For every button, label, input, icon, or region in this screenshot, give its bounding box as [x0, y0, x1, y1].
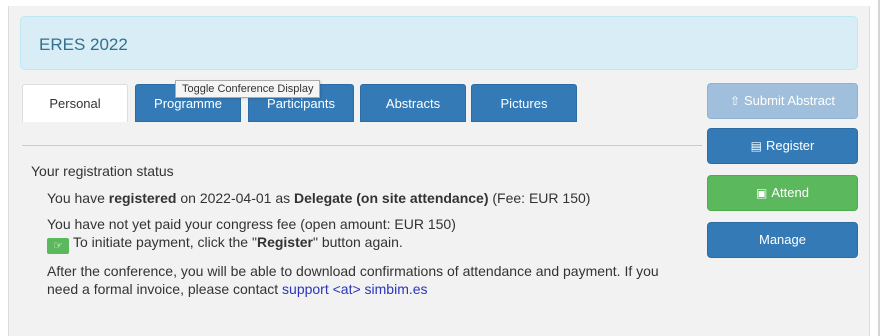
payment-status: You have not yet paid your congress fee …	[47, 215, 691, 254]
scrollbar-track[interactable]	[876, 0, 893, 336]
attend-label: Attend	[771, 185, 809, 200]
conference-header: ERES 2022	[20, 16, 858, 70]
post-conference-info: After the conference, you will be able t…	[47, 262, 691, 298]
line3-prefix: To initiate payment, click the "	[73, 234, 257, 250]
hand-pointer-icon: ☞	[47, 238, 69, 254]
line1-mid: on 2022-04-01 as	[176, 190, 294, 206]
manage-label: Manage	[759, 232, 806, 247]
line1-suffix: (Fee: EUR 150)	[488, 190, 591, 206]
tab-pictures[interactable]: Pictures	[471, 84, 577, 122]
payment-open-amount: You have not yet paid your congress fee …	[47, 216, 456, 232]
submit-abstract-button[interactable]: ⇧ Submit Abstract	[707, 83, 858, 119]
support-email-link[interactable]: support <at> simbim.es	[282, 281, 428, 297]
registration-line: You have registered on 2022-04-01 as Del…	[47, 189, 691, 207]
upload-circle-icon: ⇧	[729, 94, 740, 108]
register-label: Register	[765, 138, 815, 153]
registration-status-title: Your registration status	[31, 163, 174, 179]
conference-title: ERES 2022	[39, 35, 128, 54]
tab-divider	[22, 145, 702, 146]
line1-prefix: You have	[47, 190, 109, 206]
line3-bold: Register	[256, 234, 313, 250]
manage-button[interactable]: Manage	[707, 222, 858, 258]
list-icon: ▤	[750, 139, 762, 153]
attend-button[interactable]: ▣ Attend	[707, 175, 858, 211]
tab-personal[interactable]: Personal	[22, 84, 128, 122]
line3-suffix: " button again.	[312, 234, 403, 250]
registration-status: Your registration status You have regist…	[31, 163, 691, 306]
monitor-icon: ▣	[756, 186, 768, 200]
submit-abstract-label: Submit Abstract	[744, 93, 836, 108]
register-button[interactable]: ▤ Register	[707, 128, 858, 164]
scrollbar-line	[878, 0, 880, 336]
toggle-display-tooltip: Toggle Conference Display	[175, 80, 321, 98]
line1-bold: registered	[108, 190, 177, 206]
tab-abstracts[interactable]: Abstracts	[360, 84, 466, 122]
line1-role: Delegate (on site attendance)	[294, 190, 489, 206]
